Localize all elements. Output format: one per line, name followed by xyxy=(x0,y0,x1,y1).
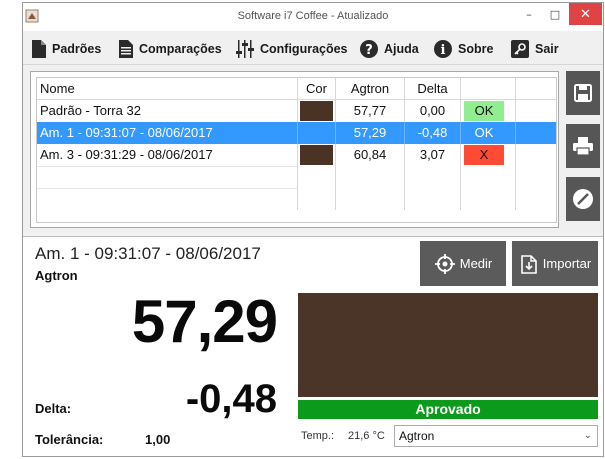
menu-sair[interactable]: Sair xyxy=(510,37,559,61)
print-button[interactable] xyxy=(566,124,600,168)
cancel-icon xyxy=(573,189,593,209)
row-agtron: 60,84 xyxy=(336,144,405,166)
samples-table: Nome Cor Agtron Delta Padrão - Torra 32 … xyxy=(36,77,557,223)
header-status xyxy=(461,78,516,100)
measure-button[interactable]: Medir xyxy=(420,241,506,286)
tolerance-label: Tolerância: xyxy=(35,432,104,447)
chevron-down-icon: ⌄ xyxy=(583,430,592,441)
svg-text:?: ? xyxy=(365,43,373,58)
tolerance-value: 1,00 xyxy=(145,432,171,447)
header-name[interactable]: Nome xyxy=(37,78,298,100)
maximize-button[interactable]: □ xyxy=(542,3,568,25)
scale-select-value: Agtron xyxy=(399,429,435,443)
delta-label: Delta: xyxy=(35,401,72,416)
status-badge: OK xyxy=(464,101,504,121)
row-agtron: 57,29 xyxy=(336,122,405,144)
header-color[interactable]: Cor xyxy=(298,78,336,100)
svg-text:i: i xyxy=(441,43,446,58)
color-preview xyxy=(298,293,598,397)
delta-value: -0,48 xyxy=(185,377,277,421)
menu-label: Comparações xyxy=(139,42,222,56)
save-button[interactable] xyxy=(566,71,600,115)
document-icon xyxy=(32,40,46,58)
import-button[interactable]: Importar xyxy=(512,241,598,286)
table-header: Nome Cor Agtron Delta xyxy=(37,78,556,100)
row-color xyxy=(298,100,336,122)
row-name: Padrão - Torra 32 xyxy=(37,100,298,122)
status-badge: OK xyxy=(474,125,494,140)
minimize-button[interactable]: – xyxy=(516,3,542,25)
header-extra xyxy=(516,78,556,100)
list-document-icon xyxy=(119,40,133,58)
menu-sobre[interactable]: i Sobre xyxy=(433,37,493,61)
row-status: OK xyxy=(461,100,516,122)
scale-label: Agtron xyxy=(35,268,78,283)
measure-label: Medir xyxy=(459,256,493,271)
table-row-selected[interactable]: Am. 1 - 09:31:07 - 08/06/2017 57,29 -0,4… xyxy=(37,122,556,144)
menu-padroes[interactable]: Padrões xyxy=(31,37,101,61)
title-bar: Software i7 Coffee - Atualizado – □ ✕ xyxy=(23,3,603,31)
save-icon xyxy=(574,84,592,102)
exit-icon xyxy=(511,40,529,58)
empty-row xyxy=(37,188,556,210)
color-swatch xyxy=(300,101,333,121)
row-delta: 0,00 xyxy=(405,100,461,122)
temperature-value: 21,6 °C xyxy=(348,430,385,442)
import-label: Importar xyxy=(542,256,592,271)
menu-label: Sair xyxy=(535,42,559,56)
menu-comparacoes[interactable]: Comparações xyxy=(118,37,222,61)
info-icon: i xyxy=(434,40,452,58)
row-status: X xyxy=(461,144,516,166)
table-row[interactable]: Padrão - Torra 32 57,77 0,00 OK xyxy=(37,100,556,122)
sample-title: Am. 1 - 09:31:07 - 08/06/2017 xyxy=(35,244,261,263)
header-agtron[interactable]: Agtron xyxy=(336,78,405,100)
row-name: Am. 1 - 09:31:07 - 08/06/2017 xyxy=(37,122,298,144)
crosshair-icon xyxy=(434,253,455,274)
agtron-value: 57,29 xyxy=(131,288,278,355)
row-agtron: 57,77 xyxy=(336,100,405,122)
row-delta: 3,07 xyxy=(405,144,461,166)
menu-bar: Padrões Comparações Configurações ? Ajud… xyxy=(23,31,603,65)
menu-label: Padrões xyxy=(52,42,102,56)
cancel-button[interactable] xyxy=(566,177,600,221)
color-swatch xyxy=(300,145,333,165)
menu-configuracoes[interactable]: Configurações xyxy=(235,37,348,61)
import-file-icon xyxy=(520,254,537,274)
table-row[interactable]: Am. 3 - 09:31:29 - 08/06/2017 60,84 3,07… xyxy=(37,144,556,166)
header-delta[interactable]: Delta xyxy=(405,78,461,100)
menu-label: Configurações xyxy=(260,42,348,56)
app-window: Software i7 Coffee - Atualizado – □ ✕ Pa… xyxy=(22,2,604,457)
help-icon: ? xyxy=(360,40,378,58)
row-delta: -0,48 xyxy=(405,122,461,144)
status-badge: X xyxy=(464,145,504,165)
measurement-detail: Am. 1 - 09:31:07 - 08/06/2017 Agtron 57,… xyxy=(23,236,603,456)
menu-ajuda[interactable]: ? Ajuda xyxy=(359,37,419,61)
row-color xyxy=(298,122,336,144)
temperature-label: Temp.: xyxy=(301,430,335,442)
approval-status: Aprovado xyxy=(298,400,598,419)
print-icon xyxy=(573,137,593,156)
samples-table-panel: Nome Cor Agtron Delta Padrão - Torra 32 … xyxy=(30,71,559,228)
empty-row xyxy=(37,166,556,188)
close-button[interactable]: ✕ xyxy=(569,3,602,25)
row-color xyxy=(298,144,336,166)
menu-label: Ajuda xyxy=(384,42,419,56)
sliders-icon xyxy=(236,40,254,58)
scale-select[interactable]: Agtron ⌄ xyxy=(394,425,598,447)
row-status: OK xyxy=(461,122,516,144)
row-name: Am. 3 - 09:31:29 - 08/06/2017 xyxy=(37,144,298,166)
menu-label: Sobre xyxy=(458,42,494,56)
